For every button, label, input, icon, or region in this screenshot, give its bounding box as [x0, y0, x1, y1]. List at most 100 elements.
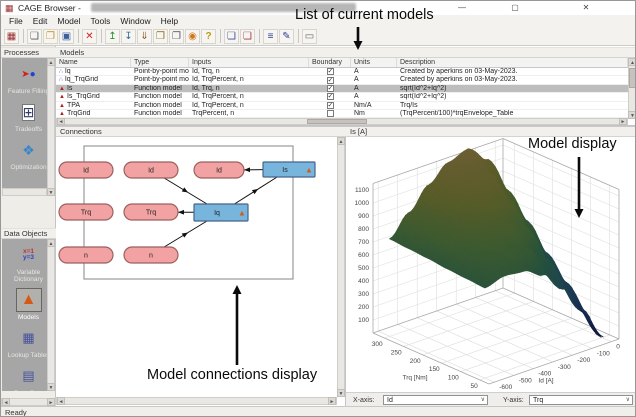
- delete-icon[interactable]: ✕: [82, 28, 97, 44]
- model-type-cell: Point-by-point model: [134, 76, 189, 84]
- toolbar-separator: [101, 29, 102, 43]
- app-icon: ▦: [5, 3, 14, 13]
- model-row-tpa[interactable]: ▲ TPA Function model Id, TrqPercent, n ✓ Nm/A…: [56, 102, 628, 110]
- column-header-inputs[interactable]: Inputs: [189, 58, 309, 67]
- import-report-icon[interactable]: ❏: [240, 28, 255, 44]
- export-models-icon[interactable]: ↧: [121, 28, 136, 44]
- export-report-icon[interactable]: ❏: [224, 28, 239, 44]
- models-table-hscrollbar[interactable]: ◄ ►: [56, 118, 628, 125]
- model-name-cell: ∴ Iq_TrqGrid: [59, 76, 99, 84]
- menu-edit[interactable]: Edit: [28, 15, 53, 27]
- chevron-down-icon: ∨: [625, 397, 630, 403]
- checkbox-checked[interactable]: ✓: [326, 84, 334, 92]
- models-table-header: Name Type Inputs Boundary Units Description: [56, 58, 628, 68]
- window-layout-icon[interactable]: ▭: [302, 28, 317, 44]
- data-objects-scrollbar[interactable]: ▲ ▼: [47, 239, 55, 391]
- processes-hscrollbar[interactable]: [2, 188, 47, 196]
- node-label: Id: [83, 168, 89, 175]
- y-axis-select[interactable]: Trq ∨: [529, 395, 633, 405]
- help-icon[interactable]: ?: [201, 28, 216, 44]
- node-label: Id: [148, 168, 154, 175]
- y-axis-value: Trq: [533, 397, 544, 404]
- column-header-description[interactable]: Description: [397, 58, 628, 67]
- connections-panel-header: Connections: [56, 126, 346, 137]
- model-inputs-cell: TrqPercent, n: [192, 109, 235, 117]
- model-inputs-cell: Id, TrqPercent, n: [192, 76, 244, 84]
- status-bar: Ready: [1, 406, 635, 416]
- checkbox-checked[interactable]: ✓: [326, 68, 334, 76]
- menu-help[interactable]: Help: [156, 15, 183, 27]
- sidebar-hscrollbar[interactable]: ◄ ►: [1, 398, 56, 406]
- model-boundary-cell[interactable]: ✓: [309, 101, 351, 109]
- menu-window[interactable]: Window: [115, 15, 155, 27]
- arrowhead-icon: [178, 209, 185, 215]
- surface-plot[interactable]: [346, 137, 635, 392]
- checkbox-checked[interactable]: ✓: [326, 101, 334, 109]
- package-icon[interactable]: ❒: [153, 28, 168, 44]
- model-name-cell: ▲ Is: [59, 84, 73, 92]
- model-name-cell: ▲ Is_TrqGrid: [59, 93, 100, 101]
- model-boundary-cell[interactable]: ✓: [309, 68, 351, 76]
- data-sets-icon: ▤: [22, 368, 35, 383]
- menu-file[interactable]: File: [4, 15, 28, 27]
- model-row-iq[interactable]: ∴Iq Point-by-point modelId, Trq, n ✓ A Creat…: [56, 68, 628, 77]
- cage-browser-icon[interactable]: ▦: [4, 28, 19, 44]
- model-name-cell: ▲ TPA: [59, 101, 81, 109]
- model-inputs-cell: Id, TrqPercent, n: [192, 101, 244, 109]
- model-inputs-cell: Id, Trq, n: [192, 68, 220, 75]
- checkbox-checked[interactable]: ✓: [326, 76, 334, 84]
- model-row-is-trqgrid[interactable]: ▲ Is_TrqGrid Function model Id, TrqPercent,…: [56, 93, 628, 102]
- model-boundary-cell[interactable]: ✓: [309, 93, 351, 101]
- feature-filling-icon: ➤ ●: [21, 68, 36, 80]
- x-axis-select[interactable]: Id ∨: [383, 395, 488, 405]
- tradeoffs-icon: ⊞: [21, 103, 36, 121]
- save-file-icon[interactable]: ▣: [59, 28, 74, 44]
- models-table-vscrollbar[interactable]: ▲ ▼: [628, 58, 635, 119]
- import-models-icon[interactable]: ↥: [105, 28, 120, 44]
- model-description-cell: sqrt(Id^2+Iq^2): [400, 93, 447, 101]
- checkbox-checked[interactable]: ✓: [326, 93, 334, 101]
- column-header-boundary[interactable]: Boundary: [309, 58, 351, 67]
- connections-vscrollbar[interactable]: ▲ ▼: [337, 137, 345, 397]
- open-file-icon[interactable]: ❐: [43, 28, 58, 44]
- connections-svg: Id Trq n Id Trq n Id Iq ▲ Is ▲: [58, 145, 316, 280]
- menu-tools[interactable]: Tools: [86, 15, 116, 27]
- annotation-model-display: Model display: [528, 136, 617, 152]
- arrowhead-icon: [244, 167, 251, 173]
- new-file-icon[interactable]: ❏: [27, 28, 42, 44]
- function-model-icon: ▲: [59, 110, 65, 117]
- arrowhead-icon: [251, 188, 259, 195]
- import-data-icon[interactable]: ⇓: [137, 28, 152, 44]
- column-header-type[interactable]: Type: [131, 58, 189, 67]
- processes-scrollbar[interactable]: ▲ ▼: [47, 58, 55, 196]
- column-header-name[interactable]: Name: [56, 58, 131, 67]
- checkbox-unchecked[interactable]: [326, 110, 334, 118]
- edit-notes-icon[interactable]: ✎: [279, 28, 294, 44]
- x-axis-label: X-axis:: [353, 397, 375, 404]
- model-units-cell: A: [354, 84, 359, 92]
- edit-precedence-icon[interactable]: ≡: [263, 28, 278, 44]
- node-label: Trq: [81, 210, 91, 217]
- connections-diagram[interactable]: Id Trq n Id Trq n Id Iq ▲ Is ▲: [56, 137, 337, 390]
- copy-icon[interactable]: ❐: [169, 28, 184, 44]
- maximize-button[interactable]: ▢: [506, 2, 524, 13]
- model-description-cell: Created by aperkins on 03-May-2023.: [400, 68, 518, 75]
- model-boundary-cell[interactable]: ✓: [309, 84, 351, 92]
- column-header-units[interactable]: Units: [351, 58, 397, 67]
- switch-view-icon[interactable]: ◉: [185, 28, 200, 44]
- connections-hscrollbar[interactable]: ◄ ►: [56, 397, 337, 405]
- node-label: Is: [282, 167, 288, 174]
- model-description-cell: sqrt(Id^2+Iq^2): [400, 84, 447, 92]
- cage-browser-window: ▦ CAGE Browser - — ▢ ✕ File Edit Model Tools W…: [0, 0, 636, 417]
- minimize-button[interactable]: —: [453, 2, 471, 13]
- model-row-iq-trqgrid[interactable]: ∴Iq_TrqGrid Point-by-point modelId, TrqPe…: [56, 76, 628, 85]
- model-name-cell: ∴ Iq: [59, 68, 71, 75]
- annotation-models-list: List of current models: [295, 7, 434, 23]
- model-row-is[interactable]: ▲ Is Function model Id, Trq, n ✓ Asqrt(Id^2+I…: [56, 84, 628, 94]
- node-label: Trq: [146, 210, 156, 217]
- arrowhead-icon: [181, 187, 189, 193]
- model-boundary-cell[interactable]: ✓: [309, 76, 351, 84]
- menu-model[interactable]: Model: [52, 15, 85, 27]
- close-button[interactable]: ✕: [577, 2, 595, 13]
- model-boundary-cell[interactable]: [309, 110, 351, 118]
